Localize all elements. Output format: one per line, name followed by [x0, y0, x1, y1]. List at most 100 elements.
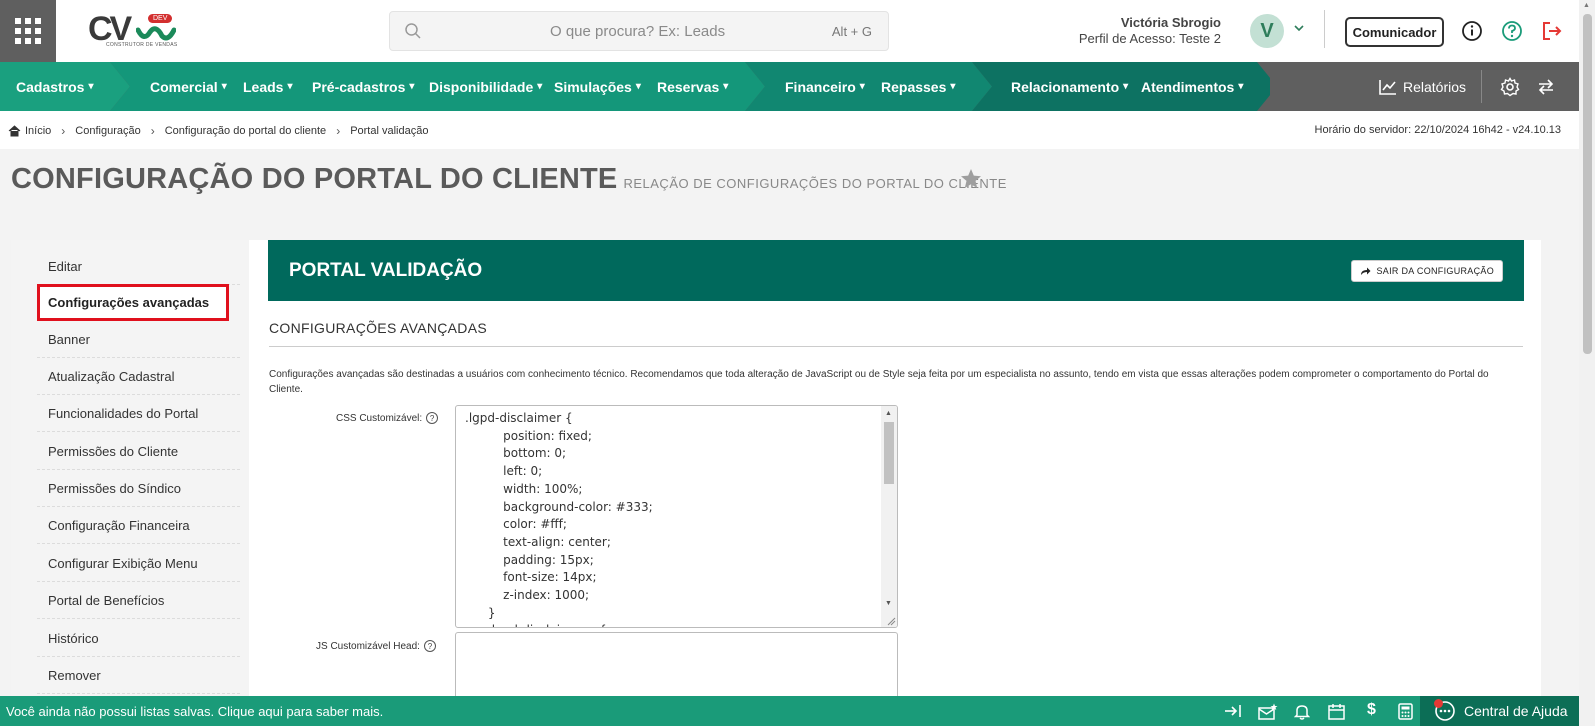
chevron-down-icon: ▾: [1238, 81, 1244, 92]
nav-item-repasses[interactable]: Repasses ▾: [881, 62, 955, 111]
search-shortcut: Alt + G: [831, 24, 872, 39]
sidebar-item-editar[interactable]: Editar: [37, 248, 240, 285]
calendar-icon[interactable]: [1328, 703, 1345, 720]
nav-item-atendimentos[interactable]: Atendimentos ▾: [1141, 62, 1243, 111]
logout-icon[interactable]: [1541, 20, 1563, 42]
css-textarea[interactable]: .lgpd-disclaimer { position: fixed; bott…: [455, 405, 898, 628]
gear-icon[interactable]: [1500, 77, 1520, 97]
top-header: CV DEV CONSTRUTOR DE VENDAS O que procur…: [0, 0, 1579, 62]
dollar-icon[interactable]: $: [1367, 701, 1376, 719]
help-center-button[interactable]: Central de Ajuda: [1420, 696, 1579, 726]
scroll-up-icon[interactable]: ▲: [885, 410, 892, 417]
logo-wave-icon: [136, 26, 176, 41]
sidebar-item-historico[interactable]: Histórico: [37, 620, 240, 657]
sidebar: Editar Configurações avançadas Banner At…: [11, 240, 249, 700]
chevron-right-icon: ›: [61, 124, 66, 138]
search-input[interactable]: O que procura? Ex: Leads: [550, 23, 725, 40]
sidebar-item-permissoes-sindico[interactable]: Permissões do Síndico: [37, 470, 240, 507]
saved-lists-message[interactable]: Você ainda não possui listas salvas. Cli…: [6, 704, 383, 719]
page-scrollbar-thumb[interactable]: [1583, 14, 1592, 354]
js-head-textarea[interactable]: [455, 632, 898, 700]
dev-badge: DEV: [148, 14, 173, 23]
scroll-down-icon[interactable]: ▼: [885, 600, 892, 607]
page-title-text: CONFIGURAÇÃO DO PORTAL DO CLIENTE: [11, 163, 618, 195]
chevron-down-icon: ▾: [635, 81, 641, 92]
sidebar-item-funcionalidades[interactable]: Funcionalidades do Portal: [37, 395, 240, 432]
scrollbar-thumb[interactable]: [884, 422, 894, 484]
nav-item-relacionamento[interactable]: Relacionamento ▾: [1011, 62, 1128, 111]
section-title: CONFIGURAÇÕES AVANÇADAS: [269, 320, 1523, 347]
search-icon: [405, 23, 421, 39]
info-icon[interactable]: [1461, 20, 1483, 42]
chevron-down-icon: ▾: [221, 81, 227, 92]
resize-handle-icon[interactable]: [886, 616, 896, 626]
breadcrumb-configuracao[interactable]: Configuração: [75, 125, 140, 137]
help-icon[interactable]: [1501, 20, 1523, 42]
section-description: Configurações avançadas são destinadas a…: [269, 369, 1489, 395]
breadcrumb-config-portal[interactable]: Configuração do portal do cliente: [165, 125, 326, 137]
sidebar-item-configurar-menu[interactable]: Configurar Exibição Menu: [37, 545, 240, 582]
sidebar-item-portal-beneficios[interactable]: Portal de Benefícios: [37, 582, 240, 619]
help-circle-icon[interactable]: ?: [423, 640, 436, 652]
search-box[interactable]: O que procura? Ex: Leads Alt + G: [389, 11, 889, 51]
nav-item-comercial[interactable]: Comercial ▾: [150, 62, 227, 111]
nav-item-leads[interactable]: Leads ▾: [243, 62, 293, 111]
nav-item-reservas[interactable]: Reservas ▾: [657, 62, 728, 111]
user-profile: Perfil de Acesso: Teste 2: [1078, 31, 1221, 46]
favorite-star-icon[interactable]: [960, 168, 982, 189]
communicator-button[interactable]: Comunicador: [1345, 17, 1444, 47]
calculator-icon[interactable]: [1398, 703, 1413, 720]
collapse-right-icon[interactable]: [1224, 703, 1242, 719]
chevron-down-icon: ▾: [859, 81, 865, 92]
server-time: Horário do servidor: 22/10/2024 16h42 - …: [1314, 124, 1561, 136]
chevron-right-icon: ›: [336, 124, 341, 138]
sidebar-item-atualizacao-cadastral[interactable]: Atualização Cadastral: [37, 358, 240, 395]
user-info[interactable]: Victória Sbrogio Perfil de Acesso: Teste…: [1079, 15, 1221, 47]
help-circle-icon[interactable]: ?: [426, 412, 439, 424]
panel-header: PORTAL VALIDAÇÃO SAIR DA CONFIGURAÇÃO: [268, 240, 1524, 301]
nav-item-financeiro[interactable]: Financeiro ▾: [785, 62, 865, 111]
chevron-down-icon: ▾: [409, 81, 415, 92]
bottom-bar: Você ainda não possui listas salvas. Cli…: [0, 696, 1579, 726]
nav-item-cadastros[interactable]: Cadastros ▾: [16, 62, 94, 111]
logo[interactable]: CV DEV CONSTRUTOR DE VENDAS: [88, 12, 188, 52]
header-divider: [1324, 10, 1325, 48]
chevron-down-icon: ▾: [1123, 81, 1129, 92]
chart-line-icon: [1379, 79, 1396, 95]
chevron-down-icon[interactable]: [1293, 22, 1305, 34]
notification-dot: [1434, 699, 1443, 708]
sidebar-item-configuracoes-avancadas[interactable]: Configurações avançadas: [37, 284, 229, 321]
home-icon[interactable]: [8, 125, 21, 137]
js-head-label: JS Customizável Head: ?: [316, 640, 436, 652]
chevron-down-icon: ▾: [88, 81, 94, 92]
grid-icon: [15, 18, 41, 44]
chevron-down-icon: ▾: [537, 81, 543, 92]
chevron-down-icon: ▾: [950, 81, 956, 92]
swap-icon[interactable]: [1536, 77, 1556, 97]
breadcrumb-inicio[interactable]: Início: [25, 125, 51, 137]
breadcrumb-portal-validacao: Portal validação: [350, 125, 429, 137]
logo-tagline: CONSTRUTOR DE VENDAS: [106, 42, 178, 48]
sidebar-item-permissoes-cliente[interactable]: Permissões do Cliente: [37, 433, 240, 470]
page-scrollbar[interactable]: ▲: [1579, 0, 1595, 726]
nav-item-disponibilidade[interactable]: Disponibilidade ▾: [429, 62, 542, 111]
sidebar-item-remover[interactable]: Remover: [37, 657, 240, 694]
nav-item-simulacoes[interactable]: Simulações ▾: [554, 62, 641, 111]
css-label: CSS Customizável: ?: [336, 412, 439, 424]
sidebar-item-banner[interactable]: Banner: [37, 321, 240, 358]
scroll-up-icon[interactable]: ▲: [1583, 2, 1590, 9]
nav-item-pre-cadastros[interactable]: Pré-cadastros ▾: [312, 62, 414, 111]
exit-config-button[interactable]: SAIR DA CONFIGURAÇÃO: [1351, 260, 1503, 282]
bell-icon[interactable]: [1294, 703, 1310, 720]
avatar[interactable]: V: [1250, 14, 1284, 48]
css-code: .lgpd-disclaimer { position: fixed; bott…: [465, 411, 653, 627]
textarea-scrollbar[interactable]: ▲ ▼: [881, 406, 897, 627]
chevron-down-icon: ▾: [287, 81, 293, 92]
reports-link[interactable]: Relatórios: [1378, 62, 1466, 111]
apps-menu-button[interactable]: [0, 0, 56, 62]
chevron-right-icon: ›: [150, 124, 155, 138]
user-name: Victória Sbrogio: [1120, 15, 1221, 30]
sidebar-item-configuracao-financeira[interactable]: Configuração Financeira: [37, 507, 240, 544]
share-arrow-icon: [1361, 267, 1371, 275]
mail-star-icon[interactable]: [1258, 703, 1278, 720]
